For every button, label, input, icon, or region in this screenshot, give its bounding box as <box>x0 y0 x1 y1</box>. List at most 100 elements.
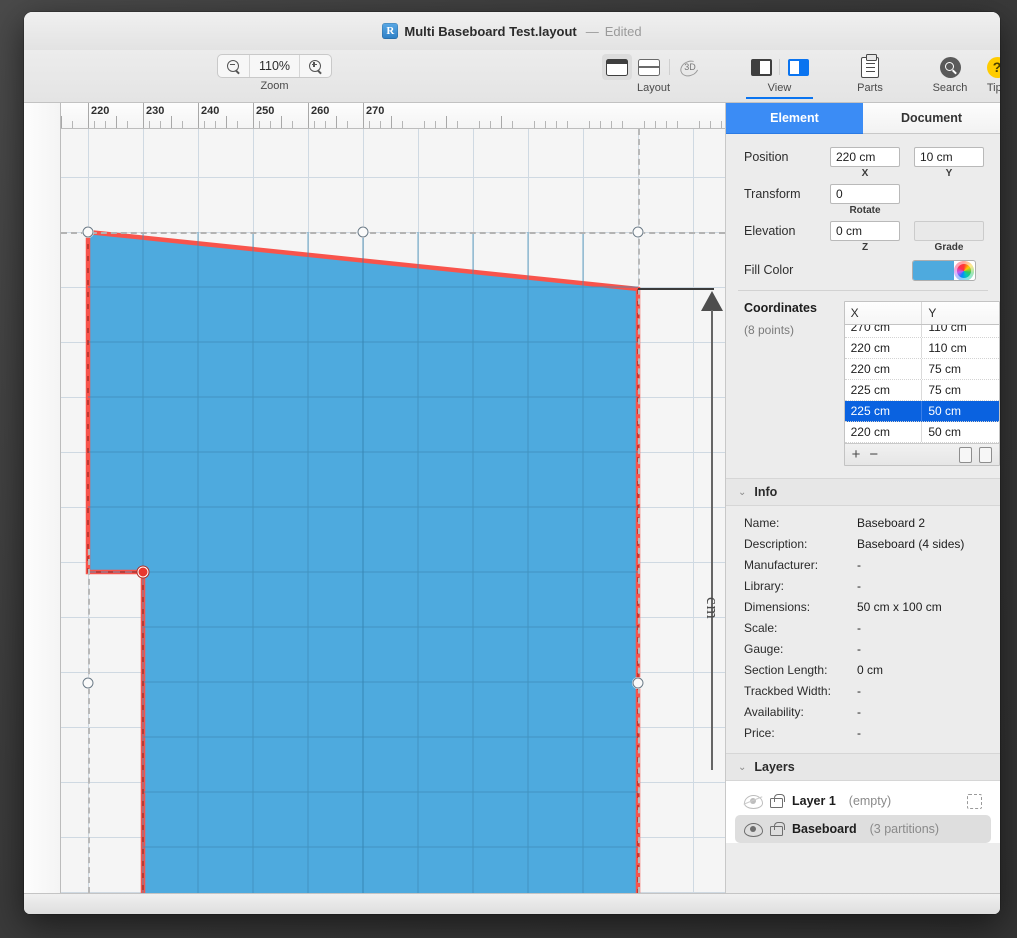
main-toolbar: 110% Zoom 3D Layout <box>24 50 1000 103</box>
coordinate-y-cell[interactable]: 50 cm <box>922 422 999 442</box>
view-right-panel-button[interactable] <box>783 54 813 80</box>
paste-icon[interactable] <box>979 447 992 463</box>
inspector-panel: Element Document Position 220 cm X 10 cm… <box>725 103 1000 893</box>
document-title: Multi Baseboard Test.layout <box>404 24 576 39</box>
fill-color-swatch[interactable] <box>913 261 954 280</box>
info-value: Baseboard (4 sides) <box>857 537 964 551</box>
table-row[interactable]: 220 cm75 cm <box>845 359 999 380</box>
question-mark-icon: ? <box>987 57 1001 78</box>
vertex-handle-selected[interactable] <box>138 567 149 578</box>
layers-list[interactable]: Layer 1(empty)Baseboard(3 partitions) <box>726 781 1000 843</box>
toolbar-group-parts: Parts <box>852 54 888 94</box>
table-row[interactable]: 225 cm75 cm <box>845 380 999 401</box>
coordinates-table[interactable]: X Y 270 cm110 cm220 cm110 cm220 cm75 cm2… <box>844 301 1000 466</box>
ruler-minor-tick <box>479 121 480 128</box>
vertex-handle[interactable] <box>633 227 644 238</box>
chevron-down-icon[interactable]: ⌄ <box>738 487 746 498</box>
coordinate-y-cell[interactable]: 110 cm <box>922 325 999 337</box>
ruler-label: 270 <box>363 105 384 117</box>
coordinate-x-cell[interactable]: 220 cm <box>845 338 923 358</box>
vertical-ruler[interactable] <box>24 103 61 893</box>
horizontal-ruler[interactable]: 220230240250260270 <box>24 103 725 129</box>
table-row[interactable]: 225 cm50 cm <box>845 401 999 422</box>
property-row-elevation: Elevation 0 cm Z Grade <box>726 216 1000 253</box>
search-button[interactable] <box>929 54 971 80</box>
ruler-minor-tick <box>237 121 238 128</box>
layout-canvas-area[interactable]: 220230240250260270 <box>24 103 725 893</box>
info-key: Gauge: <box>744 642 857 656</box>
duplicate-icon[interactable] <box>959 447 972 463</box>
color-wheel-icon[interactable] <box>954 261 974 281</box>
tips-button[interactable]: ? <box>979 54 1000 80</box>
tab-element[interactable]: Element <box>726 103 863 134</box>
ruler-minor-tick <box>644 121 645 128</box>
vertex-handle[interactable] <box>83 678 94 689</box>
dimension-label: 95.0 cm <box>702 597 725 631</box>
zoom-level-value[interactable]: 110% <box>250 55 300 77</box>
info-row: Dimensions:50 cm x 100 cm <box>726 596 1000 617</box>
info-key: Scale: <box>744 621 857 635</box>
table-row[interactable]: 220 cm50 cm <box>845 422 999 443</box>
info-key: Dimensions: <box>744 600 857 614</box>
table-row[interactable]: 270 cm110 cm <box>845 325 999 338</box>
info-key: Manufacturer: <box>744 558 857 572</box>
remove-point-button[interactable]: − <box>869 447 878 462</box>
layout-single-button[interactable] <box>602 54 632 80</box>
transform-label: Transform <box>744 184 830 201</box>
layout-split-button[interactable] <box>634 54 664 80</box>
coordinate-y-cell[interactable]: 50 cm <box>922 401 999 421</box>
vertex-handle[interactable] <box>358 227 369 238</box>
unlock-icon[interactable] <box>770 822 783 836</box>
coordinate-x-cell[interactable]: 225 cm <box>845 401 923 421</box>
position-y-input[interactable]: 10 cm <box>914 147 984 167</box>
view-left-panel-button[interactable] <box>746 54 776 80</box>
position-x-input[interactable]: 220 cm <box>830 147 900 167</box>
coordinate-y-cell[interactable]: 75 cm <box>922 380 999 400</box>
unlock-icon[interactable] <box>770 794 783 808</box>
fill-color-control[interactable] <box>912 260 976 281</box>
coordinates-count: (8 points) <box>744 323 844 337</box>
info-value: - <box>857 579 861 593</box>
coordinate-y-cell[interactable]: 110 cm <box>922 338 999 358</box>
ruler-minor-tick <box>347 121 348 128</box>
add-point-button[interactable]: + <box>852 447 861 462</box>
zoom-segmented-control[interactable]: 110% <box>217 54 332 78</box>
coordinate-x-cell[interactable]: 220 cm <box>845 359 923 379</box>
chevron-down-icon[interactable]: ⌄ <box>738 762 746 773</box>
drawing-board[interactable]: 95.0 cm <box>61 129 725 893</box>
table-row[interactable]: 220 cm110 cm <box>845 338 999 359</box>
title-separator: — <box>586 24 599 39</box>
clipboard-parts-icon <box>861 57 879 78</box>
grade-input[interactable] <box>914 221 984 241</box>
coordinates-table-body[interactable]: 270 cm110 cm220 cm110 cm220 cm75 cm225 c… <box>845 325 999 443</box>
layers-section-title: Layers <box>754 760 794 774</box>
zoom-in-button[interactable] <box>300 55 331 77</box>
ruler-minor-tick <box>380 121 381 128</box>
select-layer-box-icon[interactable] <box>967 794 982 809</box>
info-row: Scale:- <box>726 617 1000 638</box>
layer-meta: (empty) <box>849 794 891 808</box>
eye-off-icon[interactable] <box>744 795 761 807</box>
rotate-input[interactable]: 0 <box>830 184 900 204</box>
vertex-handle[interactable] <box>83 227 94 238</box>
list-item[interactable]: Layer 1(empty) <box>735 787 991 815</box>
coordinate-x-cell[interactable]: 220 cm <box>845 422 923 442</box>
ruler-mid-tick <box>501 116 502 128</box>
eye-icon[interactable] <box>744 823 761 835</box>
ruler-minor-tick <box>369 121 370 128</box>
ruler-label: 260 <box>308 105 329 117</box>
ruler-label: 250 <box>253 105 274 117</box>
vertex-handle[interactable] <box>633 678 644 689</box>
coordinate-y-cell[interactable]: 75 cm <box>922 359 999 379</box>
elevation-z-input[interactable]: 0 cm <box>830 221 900 241</box>
list-item[interactable]: Baseboard(3 partitions) <box>735 815 991 843</box>
baseboard-shape[interactable] <box>61 129 725 893</box>
info-section-header[interactable]: ⌄ Info <box>726 478 1000 506</box>
coordinate-x-cell[interactable]: 225 cm <box>845 380 923 400</box>
coordinate-x-cell[interactable]: 270 cm <box>845 325 923 337</box>
zoom-out-button[interactable] <box>218 55 250 77</box>
three-d-button[interactable]: 3D <box>675 54 705 80</box>
layers-section-header[interactable]: ⌄ Layers <box>726 753 1000 781</box>
tab-document[interactable]: Document <box>863 103 1000 134</box>
parts-button[interactable] <box>852 54 888 80</box>
